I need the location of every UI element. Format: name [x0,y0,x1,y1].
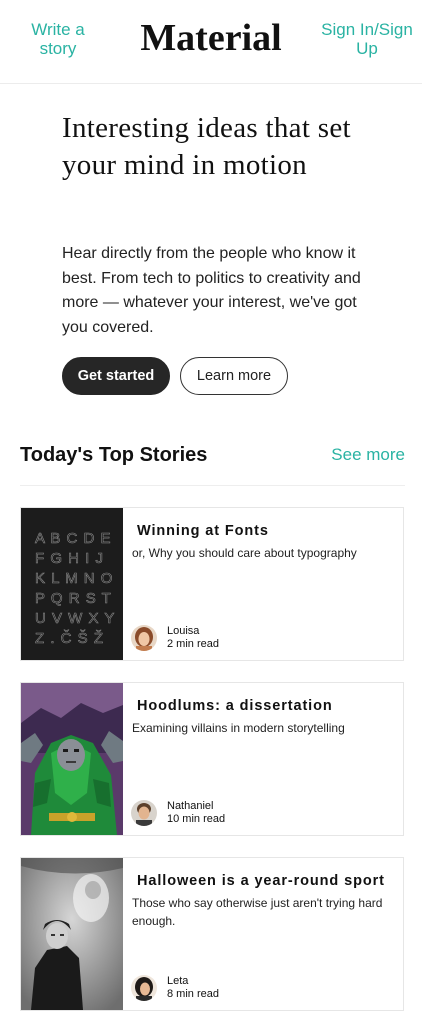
typography-line: F G H I J [35,550,104,567]
read-time: 2 min read [167,638,219,650]
section-title: Today's Top Stories [20,444,208,466]
typography-line: K L M N O [35,570,113,587]
story-title[interactable]: Hoodlums: a dissertation [137,697,397,715]
story-card[interactable]: A B C D E F G H I J K L M N O P Q R S T … [20,507,404,661]
site-logo[interactable]: Material [116,14,306,62]
story-image-villain [21,683,123,835]
author-avatar[interactable] [131,625,157,651]
typography-line: A B C D E [35,530,112,547]
hero-description: Hear directly from the people who know i… [62,245,361,336]
story-title[interactable]: Winning at Fonts [137,522,397,540]
story-image-typography: A B C D E F G H I J K L M N O P Q R S T … [21,508,123,660]
top-header: Write a story Material Sign In/Sign Up [0,0,422,84]
author-name[interactable]: Leta [167,975,188,988]
story-subtitle: Those who say otherwise just aren't tryi… [132,896,383,928]
section-divider [20,485,405,486]
hero-title: Interesting ideas that set your mind in … [62,112,351,181]
author-name[interactable]: Louisa [167,625,199,638]
story-title[interactable]: Halloween is a year-round sport [137,872,397,890]
author-avatar[interactable] [131,975,157,1001]
story-card[interactable]: Halloween is a year-round sport Those wh… [20,857,404,1011]
write-story-link[interactable]: Write a story [18,20,98,58]
author-avatar[interactable] [131,800,157,826]
story-image-ghost [21,858,123,1010]
typography-line: Z . Č Š Ž [35,630,104,647]
author-name[interactable]: Nathaniel [167,800,213,813]
typography-line: U V W X Y [35,610,115,627]
sign-in-link[interactable]: Sign In/Sign Up [320,20,414,58]
read-time: 8 min read [167,988,219,1000]
see-more-link[interactable]: See more [330,444,405,466]
story-card[interactable]: Hoodlums: a dissertation Examining villa… [20,682,404,836]
get-started-button[interactable]: Get started [62,357,170,395]
typography-line: P Q R S T [35,590,112,607]
learn-more-button[interactable]: Learn more [180,357,288,395]
story-subtitle: Examining villains in modern storytellin… [132,721,345,735]
read-time: 10 min read [167,813,226,825]
story-subtitle: or, Why you should care about typography [132,546,357,560]
